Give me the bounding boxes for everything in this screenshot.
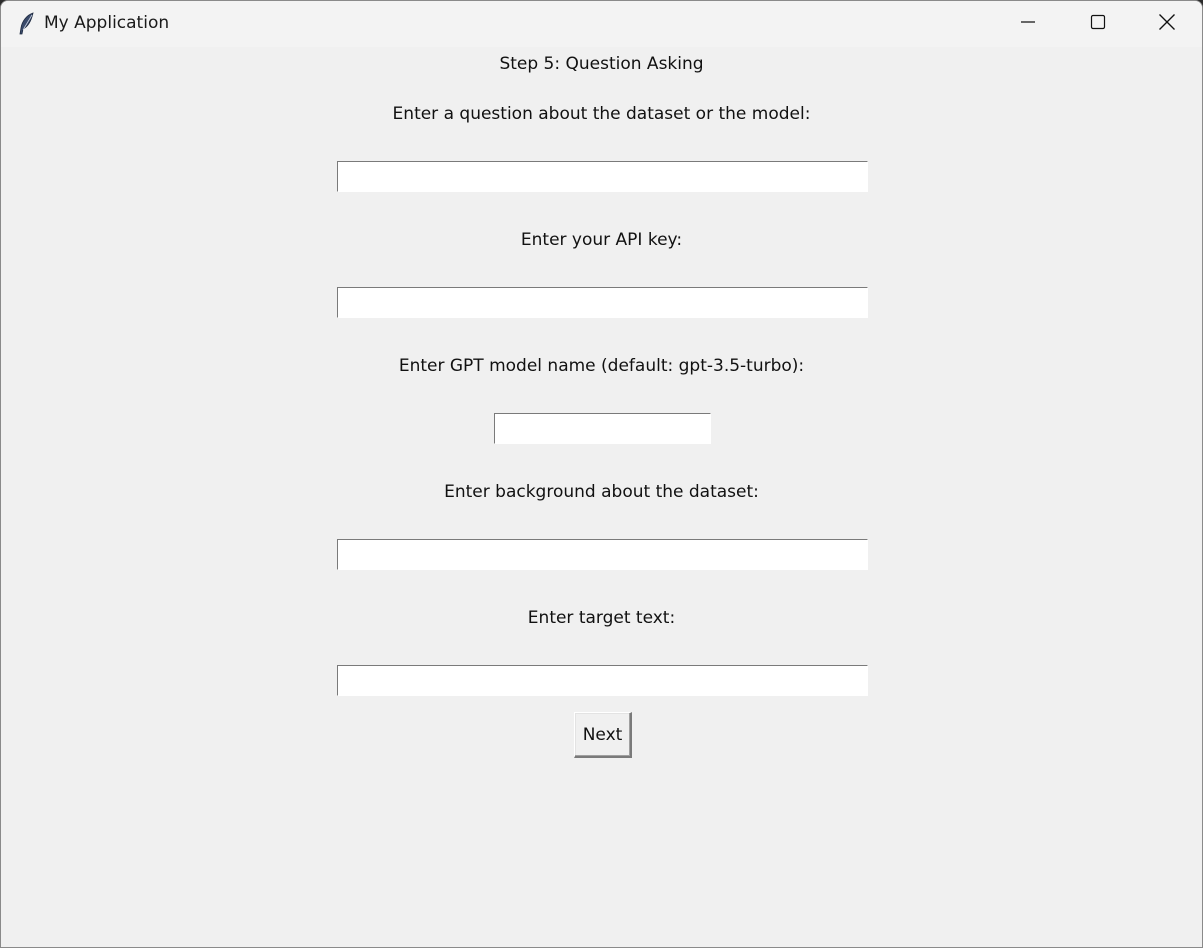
question-label: Enter a question about the dataset or th… xyxy=(392,104,811,124)
minimize-button[interactable] xyxy=(993,1,1063,47)
model-name-input[interactable] xyxy=(494,413,711,444)
target-text-input[interactable] xyxy=(337,665,868,696)
close-icon xyxy=(1158,13,1176,35)
feather-icon xyxy=(17,12,37,36)
background-label: Enter background about the dataset: xyxy=(444,482,759,502)
window-title: My Application xyxy=(44,13,170,33)
background-input[interactable] xyxy=(337,539,868,570)
maximize-button[interactable] xyxy=(1063,1,1133,47)
target-text-label: Enter target text: xyxy=(527,608,676,628)
maximize-icon xyxy=(1090,14,1106,34)
question-input[interactable] xyxy=(337,161,868,192)
minimize-icon xyxy=(1020,14,1036,34)
model-name-label: Enter GPT model name (default: gpt-3.5-t… xyxy=(398,356,805,376)
api-key-input[interactable] xyxy=(337,287,868,318)
application-window: My Application Step 5: Question Asking E… xyxy=(0,0,1203,948)
api-key-label: Enter your API key: xyxy=(520,230,683,250)
step-title: Step 5: Question Asking xyxy=(499,54,704,74)
next-button[interactable]: Next xyxy=(574,712,632,758)
close-button[interactable] xyxy=(1132,1,1202,47)
form-area: Step 5: Question Asking Enter a question… xyxy=(1,47,1202,947)
title-bar[interactable]: My Application xyxy=(1,1,1202,47)
